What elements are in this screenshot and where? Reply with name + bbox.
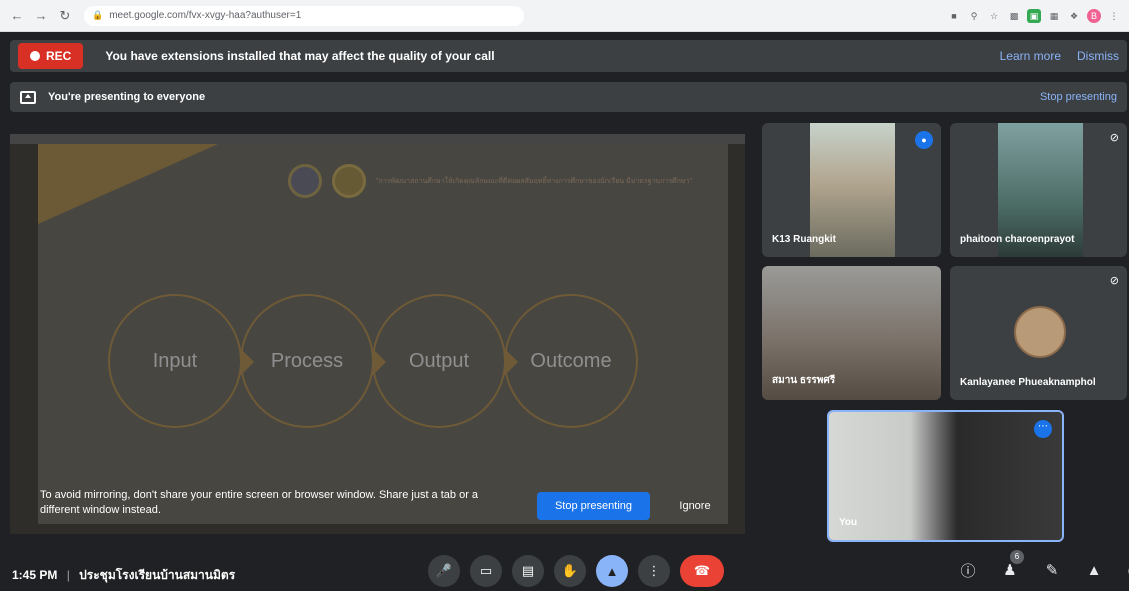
url-text: meet.google.com/fvx-xvgy-haa?authuser=1 (109, 10, 302, 21)
meeting-separator: | (66, 568, 70, 582)
slide-decoration (38, 144, 218, 224)
office-seal-logo (332, 164, 366, 198)
present-screen-icon (20, 90, 36, 104)
meeting-name: ประชุมโรงเรียนบ้านสมานมิตร (79, 568, 236, 582)
stop-presenting-link[interactable]: Stop presenting (1040, 91, 1117, 103)
present-now-icon[interactable]: ▲ (596, 555, 628, 587)
lock-icon: 🔒 (92, 10, 104, 20)
meeting-time: 1:45 PM (12, 568, 58, 582)
more-options-icon[interactable]: ⋯ (1034, 420, 1052, 438)
extension-icon[interactable]: ▩ (1007, 9, 1021, 23)
participant-name: phaitoon charoenprayot (960, 234, 1075, 245)
address-bar[interactable]: 🔒 meet.google.com/fvx-xvgy-haa?authuser=… (84, 5, 524, 26)
ignore-button[interactable]: Ignore (670, 492, 720, 520)
participant-name: K13 Ruangkit (772, 234, 836, 245)
zoom-icon[interactable]: ⚲ (967, 9, 981, 23)
puzzle-icon[interactable]: ❖ (1067, 9, 1081, 23)
mirroring-warning: To avoid mirroring, don't share your ent… (40, 489, 479, 516)
participant-tile[interactable]: ⊘ phaitoon charoenprayot (950, 123, 1127, 257)
microphone-icon[interactable]: 🎤 (428, 555, 460, 587)
self-video (829, 412, 1062, 540)
grid-extension-icon[interactable]: ▦ (1047, 9, 1061, 23)
camera-icon[interactable]: ■ (947, 9, 961, 23)
shared-window-titlebar (10, 134, 745, 144)
dismiss-link[interactable]: Dismiss (1077, 49, 1119, 63)
participant-name: Kanlayanee Phueaknamphol (960, 377, 1096, 388)
mic-muted-icon: ⊘ (1109, 132, 1119, 144)
shared-screen: "การพัฒนาสถานศึกษาให้เกิดคุณลักษณะที่ดีต… (10, 134, 745, 534)
center-controls: 🎤 ▭ ▤ ✋ ▲ ⋮ ☎ (428, 555, 724, 587)
presentation-slide: "การพัฒนาสถานศึกษาให้เกิดคุณลักษณะที่ดีต… (38, 144, 728, 524)
circle-input: Input (108, 294, 254, 428)
captions-icon[interactable]: ▤ (512, 555, 544, 587)
back-icon[interactable]: ← (8, 7, 26, 25)
circle-outcome: Outcome (504, 294, 638, 428)
process-diagram: Input Process Output Outcome (108, 294, 638, 428)
participant-tile[interactable]: ⊘ Kanlayanee Phueaknamphol (950, 266, 1127, 400)
meeting-info: 1:45 PM | ประชุมโรงเรียนบ้านสมานมิตร (12, 566, 235, 585)
school-seal-logo (288, 164, 322, 198)
participant-tile[interactable]: สมาน ธรรพศรี (762, 266, 941, 400)
extensions-area: ■ ⚲ ☆ ▩ ▣ ▦ ❖ B ⋮ (947, 8, 1121, 23)
mic-muted-icon: ⊘ (1109, 275, 1119, 287)
self-view-tile[interactable]: ⋯ You (827, 410, 1064, 542)
circle-process: Process (240, 294, 386, 428)
participant-tile[interactable]: ● K13 Ruangkit (762, 123, 941, 257)
people-icon[interactable]: ♟ 6 (998, 550, 1024, 582)
host-controls-icon[interactable]: ◯ (1124, 558, 1129, 582)
participant-name: สมาน ธรรพศรี (772, 375, 836, 386)
end-call-icon[interactable]: ☎ (680, 555, 724, 587)
profile-avatar[interactable]: B (1087, 8, 1101, 23)
camera-toggle-icon[interactable]: ▭ (470, 555, 502, 587)
presenting-text: You're presenting to everyone (48, 91, 206, 103)
more-options-button-icon[interactable]: ⋮ (638, 555, 670, 587)
circle-output: Output (372, 294, 518, 428)
participant-avatar (1014, 306, 1066, 358)
menu-dots-icon[interactable]: ⋮ (1107, 9, 1121, 23)
speaking-indicator-icon: ● (915, 131, 933, 149)
meeting-details-icon[interactable]: ⓘ (956, 558, 980, 582)
extension-warning-banner: REC You have extensions installed that m… (10, 40, 1127, 72)
star-icon[interactable]: ☆ (987, 9, 1001, 23)
participant-count-badge: 6 (1010, 550, 1024, 564)
slide-header: "การพัฒนาสถานศึกษาให้เกิดคุณลักษณะที่ดีต… (288, 164, 706, 198)
right-controls: ⓘ ♟6 ✎ ▲ ◯ (956, 550, 1129, 582)
activities-icon[interactable]: ▲ (1082, 558, 1106, 582)
presenting-banner: You're presenting to everyone Stop prese… (10, 82, 1127, 112)
reload-icon[interactable]: ↻ (56, 7, 74, 25)
browser-toolbar: ← → ↻ 🔒 meet.google.com/fvx-xvgy-haa?aut… (0, 0, 1129, 32)
call-controls-bar: 1:45 PM | ประชุมโรงเรียนบ้านสมานมิตร 🎤 ▭… (0, 550, 1129, 591)
slide-quote: "การพัฒนาสถานศึกษาให้เกิดคุณลักษณะที่ดีต… (376, 177, 692, 185)
chat-icon[interactable]: ✎ (1040, 558, 1064, 582)
learn-more-link[interactable]: Learn more (1000, 49, 1061, 63)
extension-warning-text: You have extensions installed that may a… (105, 49, 495, 63)
self-name: You (839, 517, 858, 528)
record-dot-icon (30, 51, 40, 61)
stop-presenting-button[interactable]: Stop presenting (537, 492, 650, 520)
raise-hand-icon[interactable]: ✋ (554, 555, 586, 587)
rec-label: REC (46, 49, 72, 63)
recording-badge: REC (18, 43, 84, 69)
forward-icon[interactable]: → (32, 7, 50, 25)
calendar-extension-icon[interactable]: ▣ (1027, 8, 1041, 23)
